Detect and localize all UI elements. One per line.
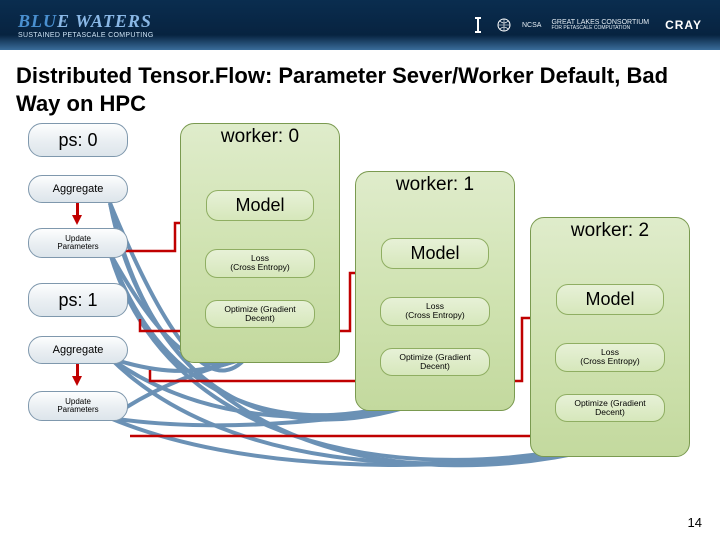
ps1-label: ps: 1 (28, 283, 128, 317)
illinois-icon (470, 17, 486, 33)
consortium-line2: FOR PETASCALE COMPUTATION (551, 26, 649, 31)
worker0-inner: Model Loss (Cross Entropy) Optimize (Gra… (181, 148, 339, 336)
ps0-aggregate: Aggregate (28, 175, 128, 203)
worker2-title: worker: 2 (531, 220, 689, 242)
logo-blue: BLU (18, 11, 57, 31)
globe-icon (496, 17, 512, 33)
worker2-loss: Loss (Cross Entropy) (555, 343, 665, 372)
worker1-inner: Model Loss (Cross Entropy) Optimize (Gra… (356, 196, 514, 384)
worker0-box: worker: 0 Model Loss (Cross Entropy) Opt… (180, 123, 340, 363)
worker1-optimize: Optimize (Gradient Decent) (380, 348, 490, 377)
ps1-update-text: Update Parameters (57, 398, 98, 415)
ps1-label-text: ps: 1 (58, 290, 97, 311)
worker2-box: worker: 2 Model Loss (Cross Entropy) Opt… (530, 217, 690, 457)
ps0-aggregate-text: Aggregate (53, 183, 104, 195)
cray-logo: CRAY (665, 18, 702, 32)
worker1-title: worker: 1 (356, 174, 514, 196)
ps1-aggregate: Aggregate (28, 336, 128, 364)
worker0-model: Model (206, 190, 313, 221)
logo-text: BLUE WATERS (18, 11, 154, 32)
ps0-update-text: Update Parameters (57, 235, 98, 252)
diagram-canvas: ps: 0 Aggregate Update Parameters ps: 1 … (0, 123, 720, 543)
page-number: 14 (688, 515, 702, 530)
worker1-loss: Loss (Cross Entropy) (380, 297, 490, 326)
partner-logos: NCSA GREAT LAKES CONSORTIUM FOR PETASCAL… (470, 17, 702, 33)
ps0-label-text: ps: 0 (58, 130, 97, 151)
ps0-update: Update Parameters (28, 228, 128, 258)
worker0-loss: Loss (Cross Entropy) (205, 249, 315, 278)
consortium-block: GREAT LAKES CONSORTIUM FOR PETASCALE COM… (551, 19, 649, 31)
logo-tagline: SUSTAINED PETASCALE COMPUTING (18, 32, 154, 39)
logo-rest: E WATERS (57, 11, 152, 31)
logo-block: BLUE WATERS SUSTAINED PETASCALE COMPUTIN… (18, 11, 154, 39)
ps1-aggregate-text: Aggregate (53, 344, 104, 356)
slide-title: Distributed Tensor.Flow: Parameter Sever… (0, 50, 720, 123)
worker0-optimize: Optimize (Gradient Decent) (205, 300, 315, 329)
ps0-label: ps: 0 (28, 123, 128, 157)
ncsa-text: NCSA (522, 22, 541, 29)
worker2-optimize: Optimize (Gradient Decent) (555, 394, 665, 423)
worker2-inner: Model Loss (Cross Entropy) Optimize (Gra… (531, 242, 689, 430)
worker0-title: worker: 0 (181, 126, 339, 148)
arrow-down-icon (72, 215, 82, 225)
worker1-box: worker: 1 Model Loss (Cross Entropy) Opt… (355, 171, 515, 411)
header-bar: BLUE WATERS SUSTAINED PETASCALE COMPUTIN… (0, 0, 720, 50)
arrow-down-icon (72, 376, 82, 386)
ps1-update: Update Parameters (28, 391, 128, 421)
worker2-model: Model (556, 284, 663, 315)
worker1-model: Model (381, 238, 488, 269)
